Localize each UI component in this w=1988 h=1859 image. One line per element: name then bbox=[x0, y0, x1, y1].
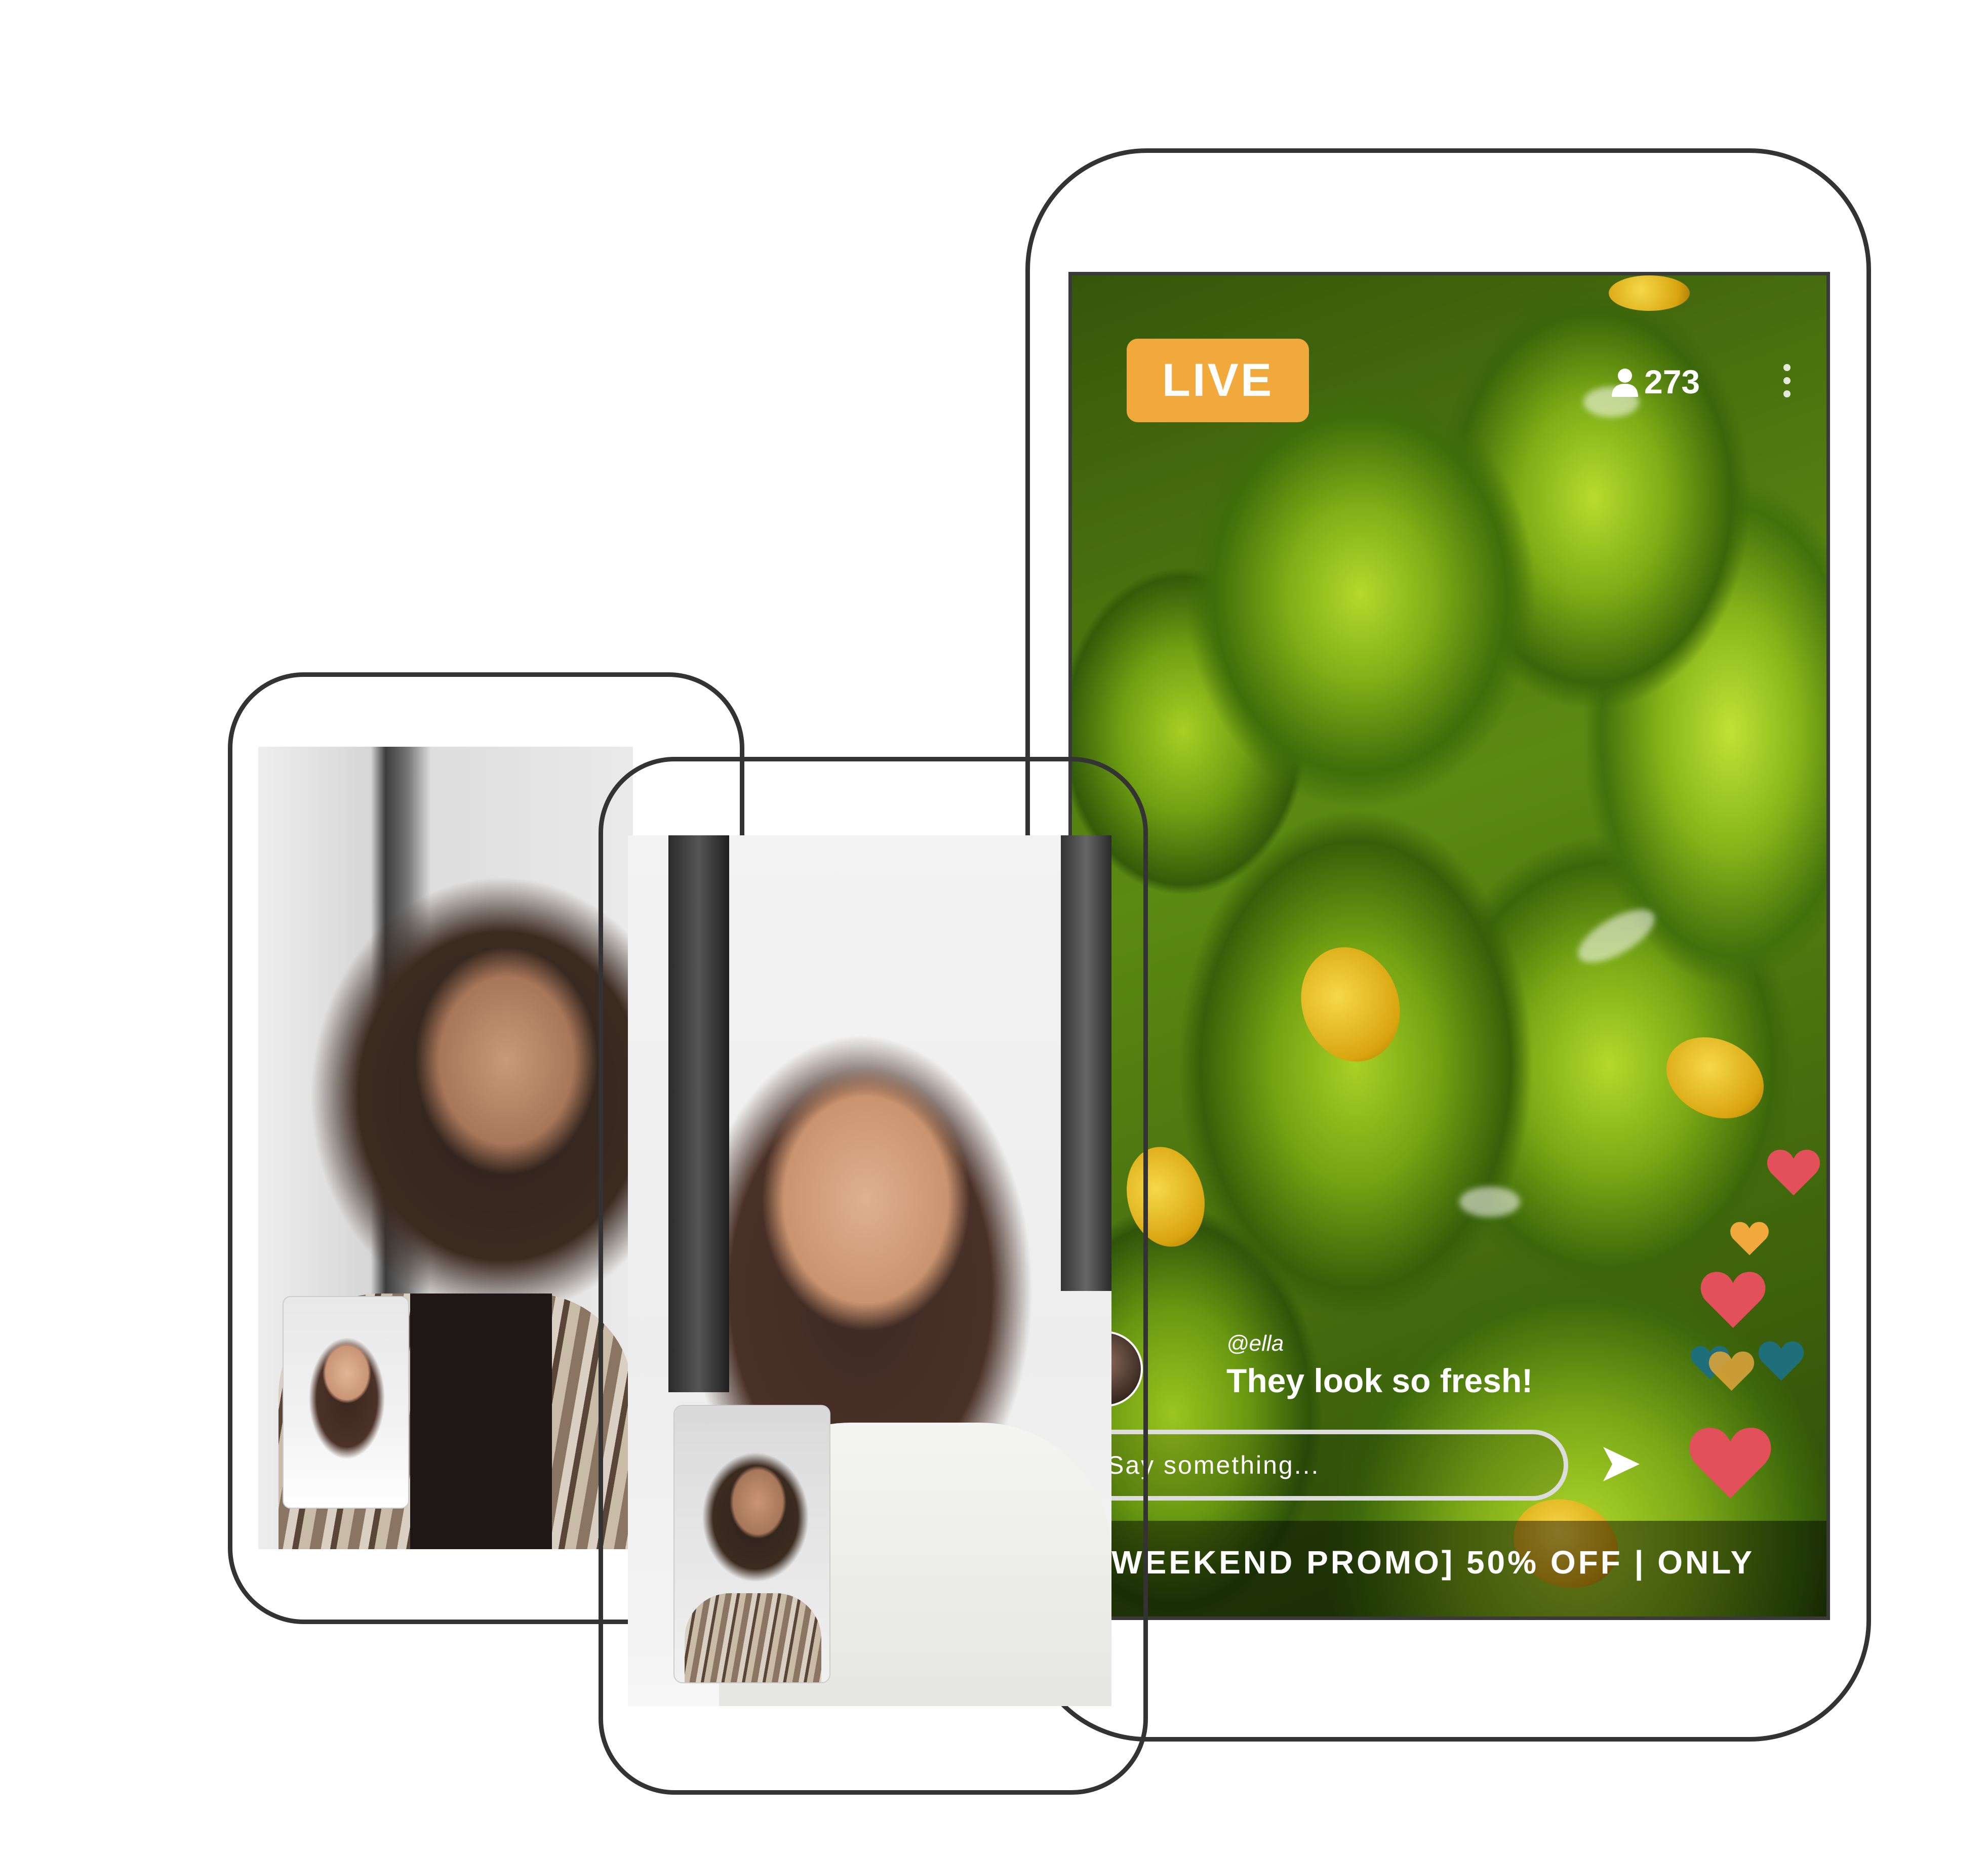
avocado-sticker bbox=[1609, 275, 1690, 311]
promo-banner-text[interactable]: VE WEEKEND PROMO] 50% OFF | ONLY bbox=[1072, 1544, 1755, 1581]
live-badge: LIVE bbox=[1127, 339, 1309, 422]
heart-icon bbox=[1730, 1222, 1769, 1256]
heart-icon bbox=[1767, 1149, 1820, 1196]
background-window-frame bbox=[1061, 835, 1111, 1291]
live-stream-screen: LIVE 273 @ella They look so fresh! Say s… bbox=[1068, 272, 1830, 1620]
viewer-count: 273 bbox=[1609, 356, 1700, 407]
viewer-count-label: 273 bbox=[1644, 363, 1700, 400]
like-heart-icon[interactable] bbox=[1687, 1422, 1773, 1501]
self-view-thumbnail[interactable] bbox=[673, 1405, 830, 1683]
video-call-screen bbox=[628, 835, 1111, 1706]
avocado-sticker bbox=[1653, 1022, 1777, 1134]
heart-icon bbox=[1758, 1341, 1804, 1381]
fruit-highlight bbox=[1459, 1187, 1520, 1217]
fruit-highlight bbox=[1570, 899, 1663, 973]
comment-text: They look so fresh! bbox=[1226, 1362, 1533, 1399]
self-view-detail bbox=[685, 1593, 821, 1682]
more-icon[interactable] bbox=[1782, 364, 1792, 407]
send-icon[interactable] bbox=[1601, 1444, 1642, 1484]
person-icon bbox=[1612, 369, 1638, 397]
caller-video-feed-detail bbox=[410, 1294, 552, 1549]
avocado-sticker bbox=[1285, 933, 1416, 1076]
video-call-screen bbox=[258, 747, 633, 1549]
heart-icon bbox=[1700, 1272, 1766, 1328]
self-view-thumbnail[interactable] bbox=[283, 1296, 409, 1509]
heart-icon bbox=[1708, 1351, 1755, 1391]
background-window-frame bbox=[668, 835, 729, 1392]
comment-username: @ella bbox=[1226, 1331, 1284, 1356]
